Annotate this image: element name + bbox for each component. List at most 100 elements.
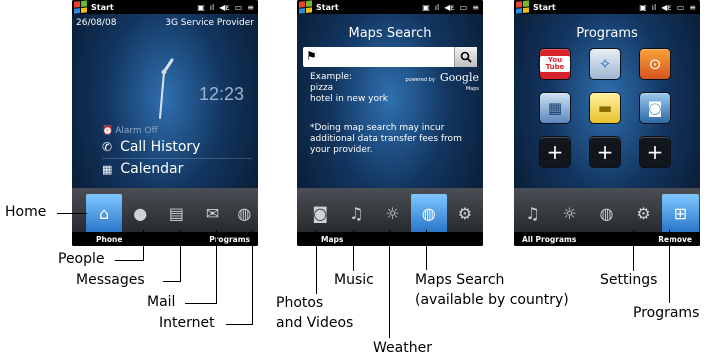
tab-strip: ◙ ♫ ☼ ◍ ⚙ — [297, 194, 483, 232]
page-title: Programs — [576, 26, 638, 41]
softkey-bar: Maps — [297, 232, 483, 246]
volume-icon[interactable]: ◀ε — [661, 3, 671, 12]
camera-app-icon[interactable]: ◙ — [640, 93, 670, 123]
softkey-all-programs[interactable]: All Programs — [522, 235, 576, 244]
softkey-maps[interactable]: Maps — [321, 235, 343, 244]
add-program-slot-3[interactable]: + — [640, 137, 670, 167]
tab-strip: ⌂ ● ▤ ✉ ◍ — [72, 194, 258, 232]
example-pizza: pizza — [310, 83, 334, 93]
camera-icon: ◙ — [312, 203, 328, 223]
map-flag-icon[interactable]: ⚑ — [306, 49, 317, 63]
tab-weather[interactable]: ☼ — [551, 194, 588, 232]
programs-screen: Start ▣ ıl ◀ε ▭ ≡ Programs You Tube ✧ ⊙ … — [514, 0, 700, 246]
leader-people-h — [115, 260, 143, 261]
callout-settings: Settings — [600, 272, 658, 288]
leader-programs — [669, 230, 670, 303]
alarm-icon: ⏰ — [102, 126, 114, 136]
start-icon[interactable] — [299, 0, 313, 14]
music-note-icon: ♫ — [349, 203, 364, 223]
leader-weather — [389, 230, 390, 338]
signal-icon: ıl — [209, 2, 215, 12]
leader-messages-v — [180, 230, 181, 282]
search-box[interactable]: ⚑ — [303, 47, 477, 67]
tab-settings[interactable]: ⚙ — [625, 194, 662, 232]
browser-compass-icon[interactable]: ✧ — [590, 49, 620, 79]
provider-text: 3G Service Provider — [165, 18, 254, 28]
volume-icon[interactable]: ◀ε — [444, 3, 454, 12]
callout-photos: Photos — [276, 295, 324, 311]
search-button[interactable] — [454, 47, 477, 67]
start-icon[interactable] — [516, 0, 530, 14]
start-label[interactable]: Start — [533, 3, 556, 12]
rss-feed-icon[interactable]: ⊙ — [640, 49, 670, 79]
notes-icon[interactable]: ▬ — [590, 93, 620, 123]
powered-by-text: powered by — [405, 77, 435, 83]
tab-weather[interactable]: ☼ — [374, 194, 410, 232]
calendar-label: Calendar — [120, 161, 184, 177]
leader-photos — [316, 230, 317, 294]
program-grid: You Tube ✧ ⊙ ▦ ▬ ◙ + + + — [540, 49, 670, 167]
tab-settings[interactable]: ⚙ — [447, 194, 483, 232]
data-connection-icon: ▣ — [639, 2, 647, 12]
google-logo: powered by Google Maps — [405, 71, 479, 94]
digital-time: 12:23 — [198, 84, 244, 104]
page-title: Maps Search — [348, 26, 432, 41]
add-program-slot-1[interactable]: + — [540, 137, 570, 167]
google-maps-text: Maps — [465, 86, 479, 92]
callout-maps-search: Maps Search — [415, 272, 505, 288]
softkey-remove[interactable]: Remove — [658, 235, 692, 244]
home-screen: Start ▣ ıl ◀ε ▭ ≡ 26/08/08 3G Service Pr… — [72, 0, 258, 246]
tab-internet[interactable]: ◍ — [231, 194, 258, 232]
start-icon[interactable] — [74, 0, 88, 14]
tab-strip: ♫ ☼ ◍ ⚙ ⊞ — [514, 194, 700, 232]
tab-bar: ♫ ☼ ◍ ⚙ ⊞ All Programs Remove — [514, 188, 700, 246]
battery-icon: ▭ — [459, 2, 468, 12]
globe-search-icon: ◍ — [599, 203, 614, 223]
example-hotel: hotel in new york — [310, 94, 388, 104]
leader-settings — [633, 230, 634, 271]
tab-bar: ⌂ ● ▤ ✉ ◍ Phone Programs — [72, 188, 258, 246]
menu-icon[interactable]: ≡ — [472, 3, 479, 12]
signal-icon: ıl — [434, 2, 440, 12]
start-label[interactable]: Start — [316, 3, 339, 12]
globe-search-icon: ◍ — [421, 203, 436, 223]
tab-music[interactable]: ♫ — [338, 194, 374, 232]
status-bar: Start ▣ ıl ◀ε ▭ ≡ — [72, 0, 258, 14]
leader-mail-v — [216, 230, 217, 304]
add-program-slot-2[interactable]: + — [590, 137, 620, 167]
date-text: 26/08/08 — [76, 18, 117, 28]
menu-icon[interactable]: ≡ — [247, 3, 254, 12]
start-label[interactable]: Start — [91, 3, 114, 12]
data-connection-icon: ▣ — [422, 2, 430, 12]
sun-icon: ☼ — [562, 203, 577, 223]
softkey-phone[interactable]: Phone — [96, 235, 122, 244]
menu-icon[interactable]: ≡ — [689, 3, 696, 12]
tab-maps-search[interactable]: ◍ — [588, 194, 625, 232]
tab-home[interactable]: ⌂ — [86, 194, 123, 232]
tab-photos-videos[interactable]: ◙ — [302, 194, 338, 232]
alarm-label: Alarm Off — [115, 126, 158, 136]
google-text: Google — [439, 71, 479, 84]
grid-icon: ⊞ — [673, 203, 688, 223]
globe-icon: ◍ — [237, 203, 252, 223]
tab-mail[interactable]: ✉ — [194, 194, 230, 232]
callout-home: Home — [5, 204, 47, 220]
maps-search-screen: Start ▣ ıl ◀ε ▭ ≡ Maps Search ⚑ Example:… — [297, 0, 483, 246]
leader-mail-h — [185, 303, 216, 304]
youtube-icon[interactable]: You Tube — [540, 49, 570, 79]
call-history-row[interactable]: ✆ Call History — [102, 139, 252, 159]
tab-music[interactable]: ♫ — [514, 194, 551, 232]
phone-handset-icon: ✆ — [102, 140, 113, 154]
data-connection-icon: ▣ — [197, 2, 205, 12]
softkey-bar: Phone Programs — [72, 232, 258, 246]
calendar-app-icon[interactable]: ▦ — [540, 93, 570, 123]
calendar-row[interactable]: ▦ Calendar — [102, 161, 183, 177]
tab-messages[interactable]: ▤ — [158, 194, 194, 232]
tab-people[interactable]: ● — [122, 194, 158, 232]
volume-icon[interactable]: ◀ε — [219, 3, 229, 12]
battery-icon: ▭ — [234, 2, 243, 12]
alarm-row[interactable]: ⏰ Alarm Off — [102, 126, 158, 136]
tab-maps-search[interactable]: ◍ — [410, 194, 447, 232]
tab-programs[interactable]: ⊞ — [662, 194, 699, 232]
gear-icon: ⚙ — [457, 203, 473, 223]
